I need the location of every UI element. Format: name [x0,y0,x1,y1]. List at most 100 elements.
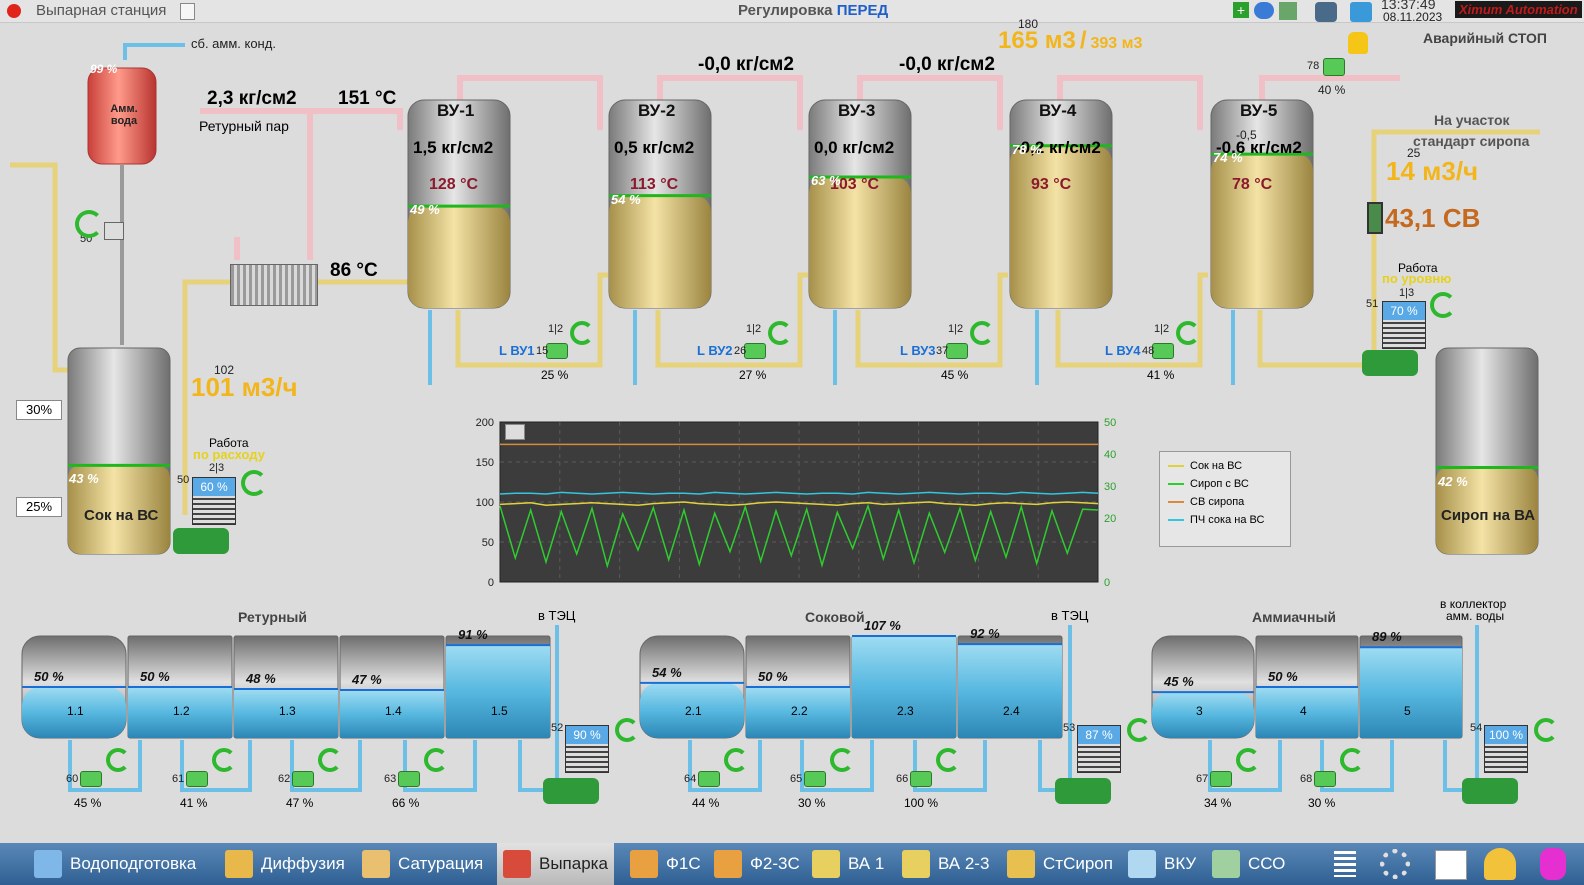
group-valve-num: 66 [896,773,909,785]
syrup-pump-refresh-icon[interactable] [1430,292,1456,318]
refresh-icon[interactable] [424,748,448,772]
level-valve[interactable] [744,343,766,359]
group-tank-id: 2.2 [791,704,808,718]
level-valve-label: L ВУ3 [900,343,936,358]
syrup-pump-mode[interactable]: по уровню [1382,271,1451,286]
group-valve[interactable] [804,771,826,787]
tab-9[interactable]: ВКУ [1122,843,1202,885]
legend-entry[interactable]: Сироп с ВС [1168,478,1282,490]
amm-valve[interactable] [104,222,124,240]
group-valve[interactable] [698,771,720,787]
tab-10[interactable]: ССО [1206,843,1291,885]
level-valve-mode[interactable]: 1|2 [1154,323,1169,335]
tab-label: Выпарка [539,854,608,873]
evaporator-5[interactable] [1210,98,1314,310]
juice-pump[interactable] [173,528,229,554]
tab-5[interactable]: Ф2-3С [708,843,806,885]
evaporator-fill [809,176,911,308]
chart-settings-icon[interactable] [505,424,525,440]
juice-pump-select[interactable]: 2|3 [209,462,224,474]
group-pump[interactable] [1055,778,1111,804]
group-valve[interactable] [910,771,932,787]
group-pump-vfd[interactable]: 87 % [1077,725,1121,773]
tab-6[interactable]: ВА 1 [806,843,890,885]
refresh-icon[interactable] [1236,748,1260,772]
level-valve-pct: 25 % [541,368,569,382]
tab-8[interactable]: СтСироп [1001,843,1119,885]
refresh-icon[interactable] [318,748,342,772]
refresh-icon[interactable] [1176,321,1200,345]
syrup-pump-vfd[interactable]: 70 % [1382,301,1426,349]
refresh-icon[interactable] [936,748,960,772]
trend-icon[interactable] [1435,850,1467,880]
juice-pump-mode[interactable]: по расходу [193,447,265,462]
group-pump[interactable] [543,778,599,804]
group-valve-num: 61 [172,773,185,785]
level-valve-mode[interactable]: 1|2 [548,323,563,335]
group-pump-refresh-icon[interactable] [1127,718,1151,742]
refresh-icon[interactable] [570,321,594,345]
legend-entry[interactable]: ПЧ сока на ВС [1168,514,1282,526]
group-pump-refresh-icon[interactable] [1534,718,1558,742]
group-valve[interactable] [1210,771,1232,787]
juice-lo-setpoint[interactable]: 25% [16,497,62,517]
refresh-icon[interactable] [768,321,792,345]
group-pump-vfd[interactable]: 90 % [565,725,609,773]
group-pump-vfd[interactable]: 100 % [1484,725,1528,773]
syrup-pump-select[interactable]: 1|3 [1399,287,1414,299]
level-valve[interactable] [946,343,968,359]
level-valve-mode[interactable]: 1|2 [746,323,761,335]
tab-0[interactable]: Водоподготовка [28,843,202,885]
refresh-icon[interactable] [212,748,236,772]
group-pump[interactable] [1462,778,1518,804]
tab-7[interactable]: ВА 2-3 [896,843,995,885]
juice-tank-label: Сок на ВС [84,507,159,524]
group-valve[interactable] [186,771,208,787]
group-valve[interactable] [80,771,102,787]
tab-1[interactable]: Диффузия [219,843,351,885]
level-valve[interactable] [1152,343,1174,359]
tab-icon [1007,850,1035,878]
evaporator-fill [609,195,711,308]
level-valve[interactable] [546,343,568,359]
engineer-icon[interactable] [1484,848,1516,880]
touch-icon[interactable] [1540,848,1566,880]
trend-chart[interactable]: 0 50 100 150 200 20 30 40 50 0 [466,418,1128,590]
evaporator-pressure: 0,0 кг/см2 [814,138,895,157]
refresh-icon[interactable] [1340,748,1364,772]
group-tank-id: 1.4 [385,704,402,718]
group-valve[interactable] [292,771,314,787]
level-valve-mode[interactable]: 1|2 [948,323,963,335]
group-tank-level: 92 % [970,626,1000,642]
juice-hi-setpoint[interactable]: 30% [16,400,62,420]
tab-2[interactable]: Сатурация [356,843,489,885]
syrup-pump[interactable] [1362,350,1418,376]
group-valve[interactable] [1314,771,1336,787]
refresh-icon[interactable] [75,210,103,238]
group-tank-level: 91 % [458,627,488,643]
group-valve[interactable] [398,771,420,787]
evaporator-4[interactable] [1009,98,1113,310]
legend-label: Сироп с ВС [1190,478,1249,490]
level-valve-label: L ВУ4 [1105,343,1141,358]
juice-pump-refresh-icon[interactable] [241,470,267,496]
group-pump-refresh-icon[interactable] [615,718,639,742]
evaporator-3[interactable] [808,98,912,310]
group-title: Ретурный [238,609,307,625]
juice-pump-vfd[interactable]: 60 % [192,477,236,525]
menu-lines-icon[interactable] [1334,851,1356,877]
vu5-outlet-valve[interactable] [1323,58,1345,76]
evaporator-level: 78 % [1012,141,1042,157]
amm-tank-pct: 99 % [90,62,118,76]
tab-3[interactable]: Выпарка [497,843,614,885]
legend-entry[interactable]: СВ сиропа [1168,496,1282,508]
refresh-icon[interactable] [830,748,854,772]
refresh-icon[interactable] [106,748,130,772]
juice-pump-num: 50 [177,474,190,486]
refresh-icon[interactable] [724,748,748,772]
settings-gear-icon[interactable] [1380,849,1410,879]
evaporator-fill [1010,145,1112,308]
tab-4[interactable]: Ф1С [624,843,707,885]
legend-entry[interactable]: Сок на ВС [1168,460,1282,472]
refresh-icon[interactable] [970,321,994,345]
